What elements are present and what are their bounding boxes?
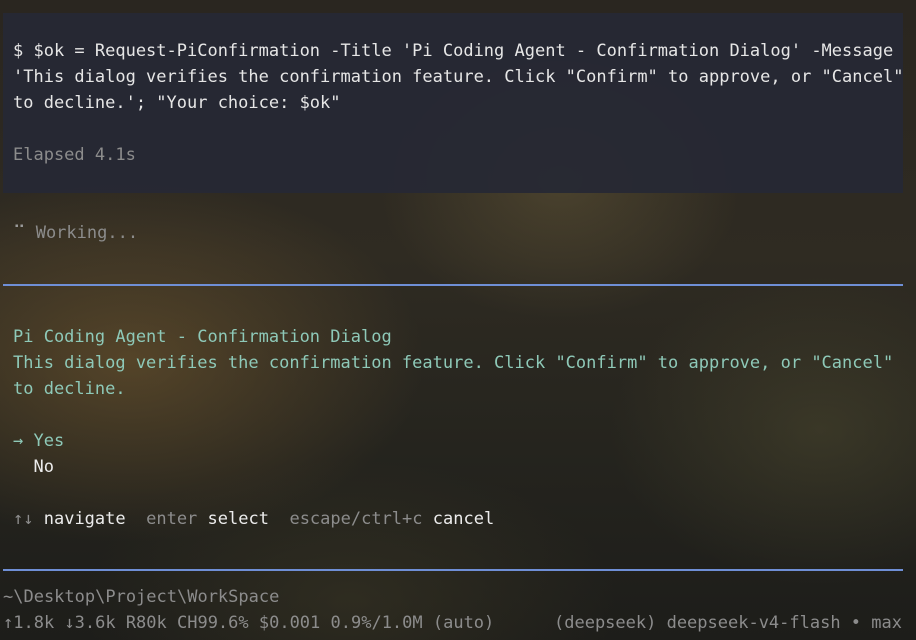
- dialog-top-divider: [3, 284, 903, 286]
- option-no[interactable]: No: [13, 454, 54, 480]
- navigate-hint: navigate: [43, 509, 126, 529]
- cancel-keys: escape/ctrl+c: [289, 509, 423, 529]
- option-no-label: No: [33, 457, 54, 477]
- footer-path: ~\Desktop\Project\WorkSpace: [3, 587, 280, 607]
- command-line-1: $ $ok = Request-PiConfirmation -Title 'P…: [13, 41, 894, 61]
- dialog-message-line-2: to decline.: [13, 379, 126, 399]
- elapsed-time: Elapsed 4.1s: [13, 145, 136, 165]
- footer-stats: ↑1.8k ↓3.6k R80k CH99.6% $0.001 0.9%/1.0…: [3, 613, 495, 633]
- dialog-title: Pi Coding Agent - Confirmation Dialog: [13, 327, 392, 347]
- working-status: ⠉ Working...: [13, 220, 138, 246]
- option-yes[interactable]: → Yes: [13, 428, 64, 454]
- select-keys: enter: [146, 509, 198, 529]
- footer-model: (deepseek) deepseek-v4-flash • max: [554, 613, 902, 633]
- dialog-message-line-1: This dialog verifies the confirmation fe…: [13, 353, 894, 373]
- select-hint: select: [207, 509, 269, 529]
- keyboard-hints: ↑↓ navigate enter select escape/ctrl+c c…: [13, 506, 494, 532]
- command-line-3: to decline.'; "Your choice: $ok": [13, 93, 341, 113]
- selection-arrow-icon: →: [13, 431, 24, 451]
- command-output-block: $ $ok = Request-PiConfirmation -Title 'P…: [3, 13, 903, 193]
- command-line-2: 'This dialog verifies the confirmation f…: [13, 67, 904, 87]
- spinner-icon: ⠉: [13, 223, 26, 243]
- navigate-keys: ↑↓: [13, 509, 34, 529]
- option-yes-label: Yes: [33, 431, 65, 451]
- cancel-hint: cancel: [432, 509, 495, 529]
- dialog-bottom-divider: [3, 569, 903, 571]
- working-text: Working...: [35, 223, 139, 243]
